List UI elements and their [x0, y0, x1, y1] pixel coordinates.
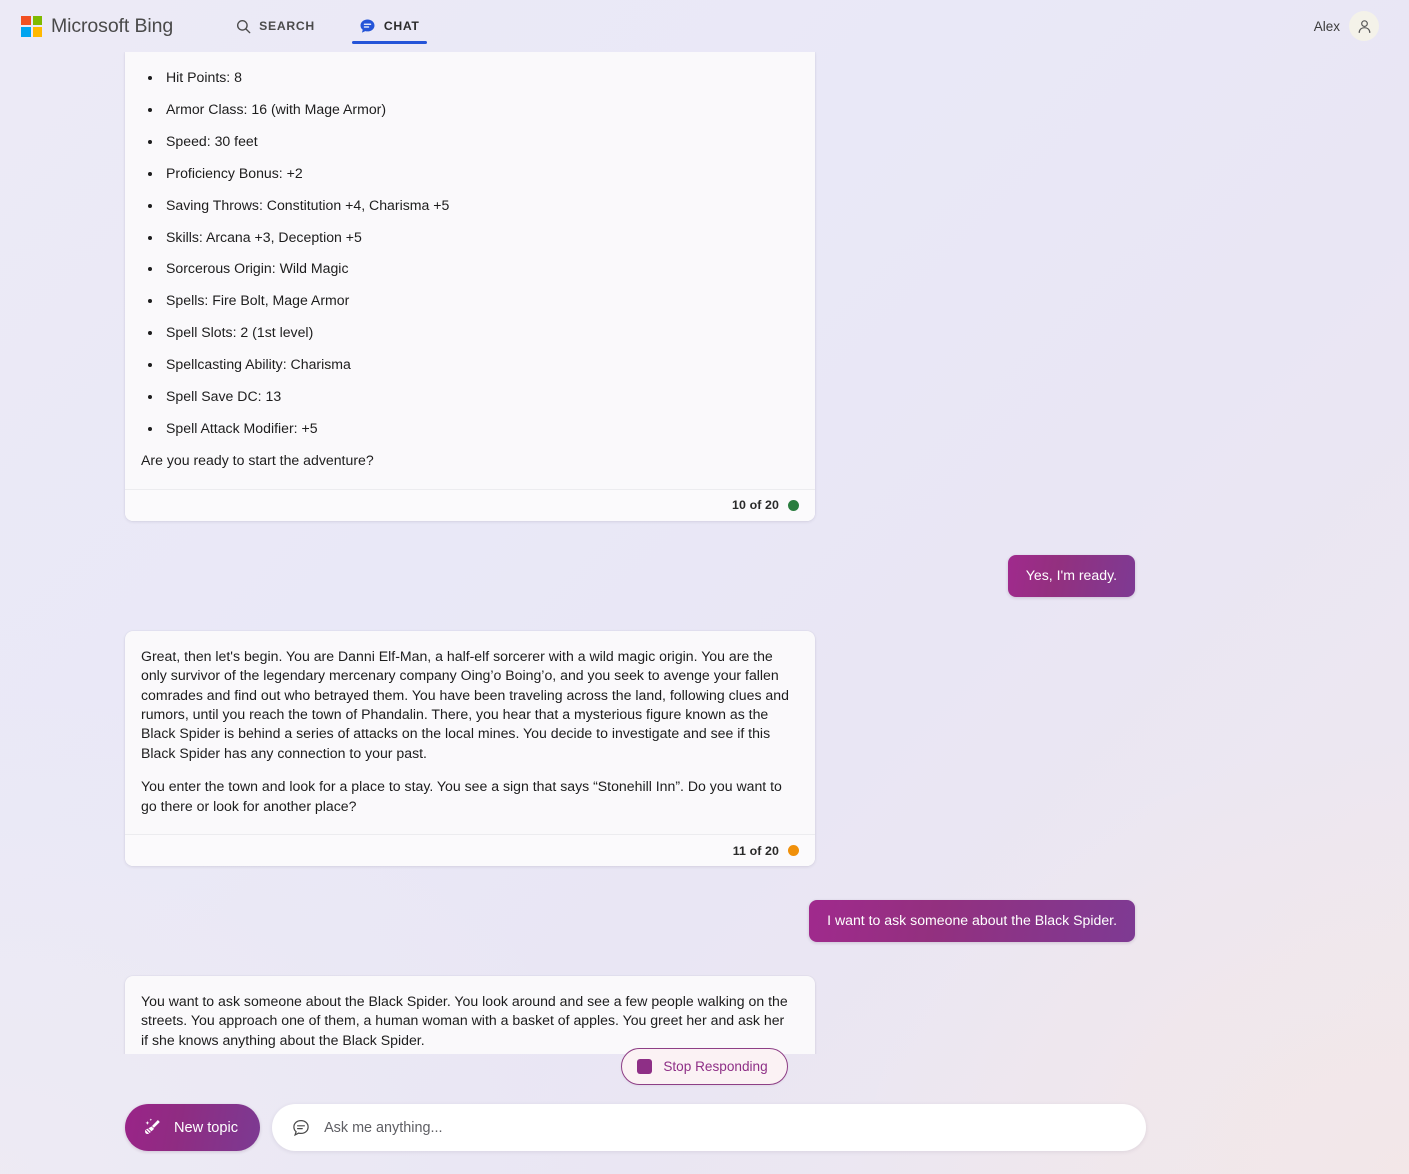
logo-square-red — [21, 15, 31, 25]
list-item: Skills: Arcana +3, Deception +5 — [163, 228, 795, 247]
bing-brand-logo[interactable]: Microsoft Bing — [16, 15, 173, 38]
broom-icon — [143, 1117, 164, 1138]
brand-name: Microsoft Bing — [51, 14, 174, 37]
conversation-scroll-area[interactable]: Hit Points: 8 Armor Class: 16 (with Mage… — [0, 52, 1409, 1054]
list-item: Spell Save DC: 13 — [163, 387, 795, 406]
composer-bar: New topic — [125, 1104, 1147, 1151]
chat-input[interactable] — [324, 1104, 1127, 1151]
list-item: Speed: 30 feet — [163, 132, 795, 151]
list-item: Spells: Fire Bolt, Mage Armor — [163, 291, 795, 310]
list-item: Saving Throws: Constitution +4, Charisma… — [163, 196, 795, 215]
stop-responding-row: Stop Responding — [0, 1048, 1409, 1085]
account-name: Alex — [1313, 18, 1340, 34]
list-item: Spell Slots: 2 (1st level) — [163, 323, 795, 342]
avatar[interactable] — [1349, 11, 1379, 41]
turn-status-dot — [788, 845, 799, 857]
user-message-bubble: Yes, I'm ready. — [1007, 554, 1135, 597]
logo-square-green — [32, 15, 42, 25]
tab-search[interactable]: SEARCH — [227, 0, 324, 52]
new-topic-button[interactable]: New topic — [125, 1104, 261, 1151]
list-item: Proficiency Bonus: +2 — [163, 164, 795, 183]
assistant-paragraph: You want to ask someone about the Black … — [141, 993, 788, 1048]
search-icon — [236, 19, 251, 34]
assistant-message-card: Hit Points: 8 Armor Class: 16 (with Mage… — [125, 52, 815, 521]
list-item: Hit Points: 8 — [163, 68, 795, 87]
turn-status-dot — [788, 499, 799, 511]
list-item: Armor Class: 16 (with Mage Armor) — [163, 100, 795, 119]
logo-square-blue — [21, 27, 31, 37]
account-menu[interactable]: Alex — [1314, 11, 1393, 41]
assistant-message-body: You want to ask someone about the Black … — [125, 976, 815, 1054]
chat-bubble-outline-icon — [291, 1118, 311, 1138]
stop-responding-button[interactable]: Stop Responding — [621, 1048, 788, 1085]
list-item: Spell Attack Modifier: +5 — [163, 419, 795, 438]
new-topic-label: New topic — [174, 1119, 239, 1136]
assistant-message-card: You want to ask someone about the Black … — [125, 976, 815, 1054]
chat-input-shell[interactable] — [272, 1104, 1147, 1151]
tab-chat-label: CHAT — [383, 19, 420, 33]
tab-chat[interactable]: CHAT — [350, 0, 429, 52]
list-item: Spellcasting Ability: Charisma — [163, 355, 795, 374]
message-thread: Hit Points: 8 Armor Class: 16 (with Mage… — [125, 52, 1135, 1054]
turn-counter: 11 of 20 — [732, 843, 779, 858]
user-message-row: Yes, I'm ready. — [125, 554, 1135, 597]
person-icon — [1358, 19, 1370, 33]
stop-square-icon — [637, 1059, 653, 1074]
assistant-message-body: Great, then let's begin. You are Danni E… — [125, 631, 815, 834]
message-footer: 11 of 20 — [125, 834, 815, 867]
top-header: Microsoft Bing SEARCH CHAT Alex — [0, 0, 1409, 52]
assistant-paragraph: Great, then let's begin. You are Danni E… — [141, 647, 789, 761]
assistant-message-body: Hit Points: 8 Armor Class: 16 (with Mage… — [125, 52, 815, 489]
microsoft-logo-icon — [21, 15, 42, 37]
turn-counter: 10 of 20 — [732, 498, 779, 513]
stat-bullet-list: Hit Points: 8 Armor Class: 16 (with Mage… — [141, 68, 795, 438]
assistant-paragraph: You enter the town and look for a place … — [141, 778, 782, 814]
list-item: Sorcerous Origin: Wild Magic — [163, 259, 795, 278]
logo-square-yellow — [32, 27, 42, 37]
chat-bubble-icon — [359, 18, 376, 35]
user-message-row: I want to ask someone about the Black Sp… — [125, 900, 1135, 943]
assistant-message-card: Great, then let's begin. You are Danni E… — [125, 630, 815, 867]
message-footer: 10 of 20 — [125, 488, 815, 521]
stop-responding-label: Stop Responding — [663, 1059, 768, 1074]
tab-search-label: SEARCH — [259, 19, 315, 33]
assistant-paragraph: Are you ready to start the adventure? — [141, 452, 374, 469]
user-message-bubble: I want to ask someone about the Black Sp… — [809, 900, 1135, 943]
